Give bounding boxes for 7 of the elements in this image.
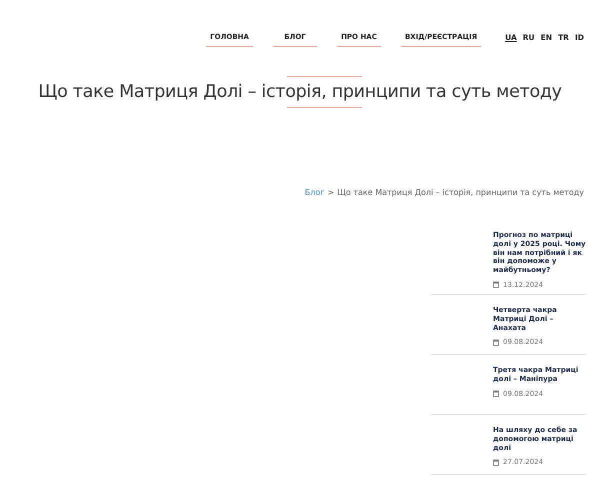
breadcrumb-current: Що таке Матриця Долі – історія, принципи та суть методу (337, 188, 584, 197)
page-title: Що таке Матриця Долі – історія, принципи та суть методу (38, 82, 562, 102)
calendar-icon (493, 458, 499, 466)
calendar-icon (493, 390, 499, 397)
breadcrumb-separator: > (327, 188, 334, 197)
calendar-icon (493, 281, 499, 288)
calendar-icon (493, 338, 499, 346)
